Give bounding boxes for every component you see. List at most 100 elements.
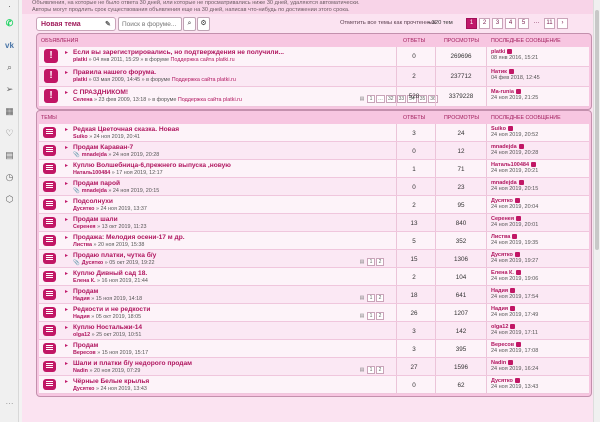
topic-row[interactable]: ▸ Подсолнухи Дусятко » 24 ноя 2019, 13:37 2…: [39, 196, 589, 214]
topic-title-link[interactable]: Если вы зарегистрировались, но подтвержд…: [73, 49, 284, 56]
author-link[interactable]: Листва: [73, 242, 92, 248]
view-latest-icon[interactable]: [516, 342, 522, 348]
vk-icon[interactable]: vk: [0, 34, 19, 56]
view-latest-icon[interactable]: [518, 180, 524, 186]
author-link[interactable]: Вересов: [73, 350, 96, 356]
view-latest-icon[interactable]: [514, 378, 520, 384]
topic-title-link[interactable]: Редкая Цветочная сказка. Новая: [73, 126, 179, 133]
topic-page-link[interactable]: …: [376, 95, 385, 103]
topic-title-link[interactable]: Шали и платки б/у недорого продам: [73, 360, 192, 367]
topic-title-link[interactable]: Куплю Волшебница-6,прежнего выпуска ,нов…: [73, 162, 231, 169]
topic-page-link[interactable]: 2: [376, 294, 384, 302]
author-link[interactable]: mnadejda: [82, 152, 107, 158]
announcement-row[interactable]: ! ▸ Если вы зарегистрировались, но подтвер…: [39, 47, 589, 67]
topic-page-link[interactable]: 2: [376, 258, 384, 266]
topic-row[interactable]: ▸ Редкости и не редкости Надия » 05 окт 20…: [39, 304, 589, 322]
topic-row[interactable]: ▸ Продам шали Серенея » 13 окт 2019, 11:23…: [39, 214, 589, 232]
topic-page-link[interactable]: 2: [376, 366, 384, 374]
author-link[interactable]: Надия: [73, 296, 90, 302]
topic-title-link[interactable]: Подсолнухи: [73, 198, 113, 205]
view-latest-icon[interactable]: [514, 198, 520, 204]
view-latest-icon[interactable]: [510, 288, 516, 294]
heart-icon[interactable]: ♡: [0, 122, 19, 144]
more-icon[interactable]: ···: [0, 399, 19, 408]
topic-title-link[interactable]: Продажа: Мелодия осени-17 м др.: [73, 234, 185, 241]
page-link[interactable]: 1: [466, 18, 477, 29]
advanced-search-button[interactable]: ⚙: [197, 17, 210, 31]
announcement-row[interactable]: ! ▸ Правила нашего форума. platki » 03 мая …: [39, 67, 589, 87]
author-link[interactable]: platki: [73, 77, 87, 83]
author-link[interactable]: platki: [73, 57, 87, 63]
topic-page-link[interactable]: 1: [367, 312, 375, 320]
author-link[interactable]: mnadejda: [82, 188, 107, 194]
topic-title-link[interactable]: Продам: [73, 288, 98, 295]
topic-page-link[interactable]: 36: [428, 95, 438, 103]
author-link[interactable]: Дусятко: [82, 260, 103, 266]
author-link[interactable]: Дусятко: [73, 386, 94, 392]
topic-title-link[interactable]: Куплю Ностальжи-14: [73, 324, 142, 331]
topic-page-link[interactable]: 1: [367, 95, 375, 103]
view-latest-icon[interactable]: [508, 69, 514, 75]
topic-row[interactable]: ▸ Чёрные Белые крылья Дусятко » 24 ноя 201…: [39, 376, 589, 394]
next-page-button[interactable]: ›: [557, 18, 568, 29]
page-link[interactable]: 4: [505, 18, 516, 29]
topic-title-link[interactable]: Продам Караван-7: [73, 144, 133, 151]
topic-title-link[interactable]: Продам: [73, 342, 98, 349]
topic-row[interactable]: ▸ Продам Вересов » 15 ноя 2019, 15:17 3 395 В…: [39, 340, 589, 358]
topic-row[interactable]: ▸ Продам Надия » 15 ноя 2019, 14:18 ▤ 1 2 18 64…: [39, 286, 589, 304]
view-latest-icon[interactable]: [507, 49, 513, 55]
view-latest-icon[interactable]: [515, 89, 521, 95]
view-latest-icon[interactable]: [512, 234, 518, 240]
topic-title-link[interactable]: Чёрные Белые крылья: [73, 378, 149, 385]
view-latest-icon[interactable]: [518, 144, 524, 150]
topic-page-link[interactable]: 2: [376, 312, 384, 320]
topic-row[interactable]: ▸ Продам Караван-7 📎 mnadejda » 24 ноя 2019…: [39, 142, 589, 160]
mark-read-link[interactable]: Отметить все темы как прочтенные: [340, 20, 436, 26]
view-latest-icon[interactable]: [507, 126, 513, 132]
view-latest-icon[interactable]: [531, 162, 537, 168]
author-link[interactable]: Дусятко: [73, 206, 94, 212]
topic-row[interactable]: ▸ Редкая Цветочная сказка. Новая Suiko » 2…: [39, 124, 589, 142]
author-link[interactable]: Suiko: [73, 134, 88, 140]
view-latest-icon[interactable]: [508, 360, 514, 366]
view-latest-icon[interactable]: [514, 252, 520, 258]
page-link[interactable]: 2: [479, 18, 490, 29]
send-icon[interactable]: ➢: [0, 78, 19, 100]
whatsapp-icon[interactable]: ✆: [0, 12, 19, 34]
topic-row[interactable]: ▸ Продаю платки, чутка б/у 📎 Дусятко » 05 о…: [39, 250, 589, 268]
announcement-row[interactable]: ! ▸ С ПРАЗДНИКОМ! Селена » 23 фев 2009, 13:…: [39, 87, 589, 107]
search-icon[interactable]: ⌕: [0, 56, 19, 78]
history-icon[interactable]: ▤: [0, 144, 19, 166]
view-latest-icon[interactable]: [515, 270, 521, 276]
topic-page-link[interactable]: 1: [367, 258, 375, 266]
topic-row[interactable]: ▸ Продам парой 📎 mnadejda » 24 ноя 2019, 20…: [39, 178, 589, 196]
topic-title-link[interactable]: Правила нашего форума.: [73, 69, 156, 76]
forum-link[interactable]: Поддержка сайта platki.ru: [170, 57, 234, 63]
author-link[interactable]: Селена: [73, 97, 93, 103]
box-icon[interactable]: ⬡: [0, 188, 19, 210]
topic-title-link[interactable]: С ПРАЗДНИКОМ!: [73, 89, 128, 96]
page-link[interactable]: 5: [518, 18, 529, 29]
author-link[interactable]: Наталь100484: [73, 170, 110, 176]
apps-icon[interactable]: ▦: [0, 100, 19, 122]
topic-row[interactable]: ▸ Куплю Дивный сад 18. Елена К. » 16 ноя 2…: [39, 268, 589, 286]
topic-title-link[interactable]: Продам парой: [73, 180, 120, 187]
author-link[interactable]: Елена К.: [73, 278, 96, 284]
topic-title-link[interactable]: Куплю Дивный сад 18.: [73, 270, 147, 277]
topic-title-link[interactable]: Продаю платки, чутка б/у: [73, 252, 156, 259]
forum-link[interactable]: Поддержка сайта platki.ru: [178, 97, 242, 103]
author-link[interactable]: Надия: [73, 314, 90, 320]
topic-row[interactable]: ▸ Куплю Ностальжи-14 olga12 » 25 окт 2019,…: [39, 322, 589, 340]
view-latest-icon[interactable]: [516, 216, 522, 222]
clock-icon[interactable]: ◷: [0, 166, 19, 188]
topic-page-link[interactable]: 1: [367, 294, 375, 302]
view-latest-icon[interactable]: [510, 324, 516, 330]
author-link[interactable]: Nadin: [73, 368, 88, 374]
scrollbar-thumb[interactable]: [595, 10, 599, 250]
scrollbar[interactable]: [593, 0, 600, 422]
page-link[interactable]: 11: [544, 18, 555, 29]
topic-row[interactable]: ▸ Шали и платки б/у недорого продам Nadin …: [39, 358, 589, 376]
menu-icon[interactable]: ·: [0, 0, 19, 12]
topic-title-link[interactable]: Редкости и не редкости: [73, 306, 150, 313]
topic-page-link[interactable]: 32: [386, 95, 396, 103]
